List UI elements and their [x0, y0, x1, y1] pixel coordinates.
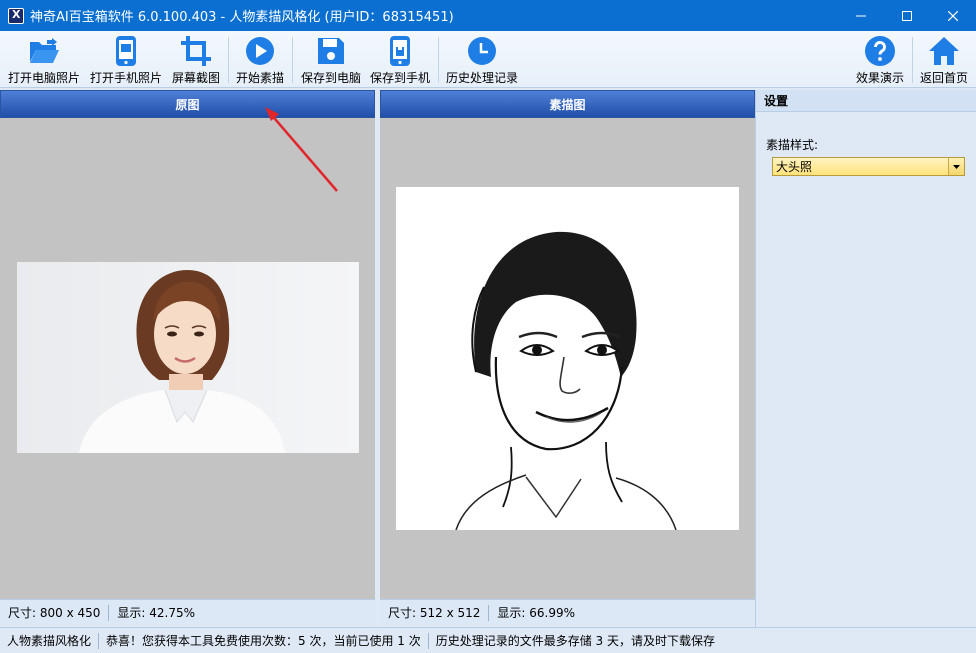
minimize-icon	[856, 15, 866, 16]
home-label: 返回首页	[919, 71, 968, 85]
original-size: 尺寸: 800 x 450	[8, 606, 101, 620]
sketch-panel-header: 素描图	[380, 90, 755, 118]
settings-title: 设置	[756, 90, 976, 112]
help-icon	[863, 34, 897, 68]
open-phone-photo-label: 打开手机照片	[89, 71, 162, 85]
minimize-button[interactable]	[838, 0, 884, 31]
phone-icon	[109, 34, 143, 68]
title-bar: 神奇AI百宝箱软件 6.0.100.403 - 人物素描风格化 (用户ID：68…	[0, 0, 976, 31]
sketch-style-value: 大头照	[776, 160, 813, 174]
sketch-status-bar: 尺寸: 512 x 512 显示: 66.99%	[380, 599, 755, 625]
red-arrow-annotation	[265, 107, 338, 192]
toolbar: 打开电脑照片 打开手机照片 屏幕截图 开始素描 保存到电脑 保存到手机 历史处理…	[0, 31, 976, 88]
save-to-phone-label: 保存到手机	[369, 71, 430, 85]
demo-button[interactable]: 效果演示	[853, 31, 907, 88]
window-title: 神奇AI百宝箱软件 6.0.100.403 - 人物素描风格化 (用户ID：68…	[30, 10, 454, 25]
home-icon	[927, 34, 961, 68]
sketch-photo	[396, 187, 739, 530]
play-icon	[243, 34, 277, 68]
status-bar: 人物素描风格化 恭喜！您获得本工具免费使用次数：5 次，当前已使用 1 次 历史…	[0, 627, 976, 653]
original-status-bar: 尺寸: 800 x 450 显示: 42.75%	[0, 599, 375, 625]
status-module: 人物素描风格化	[7, 634, 92, 648]
close-button[interactable]	[930, 0, 976, 31]
original-photo	[17, 262, 359, 453]
toolbar-divider	[292, 37, 293, 83]
history-button[interactable]: 历史处理记录	[443, 31, 521, 88]
history-label: 历史处理记录	[445, 71, 518, 85]
screenshot-label: 屏幕截图	[171, 71, 220, 85]
sketch-zoom: 显示: 66.99%	[497, 606, 576, 620]
sketch-style-label: 素描样式:	[766, 138, 819, 152]
original-image-canvas[interactable]	[0, 107, 375, 599]
crop-icon	[179, 34, 213, 68]
demo-label: 效果演示	[855, 71, 904, 85]
clock-icon	[465, 34, 499, 68]
folder-open-icon	[27, 34, 61, 68]
save-to-phone-button[interactable]: 保存到手机	[368, 31, 432, 88]
sketch-size: 尺寸: 512 x 512	[388, 606, 481, 620]
maximize-button[interactable]	[884, 0, 930, 31]
toolbar-divider	[228, 37, 229, 83]
save-to-pc-button[interactable]: 保存到电脑	[298, 31, 364, 88]
toolbar-divider	[912, 37, 913, 83]
home-button[interactable]: 返回首页	[917, 31, 971, 88]
settings-panel: 设置 素描样式: 大头照	[755, 90, 976, 627]
status-notice: 历史处理记录的文件最多存储 3 天，请及时下载保存	[435, 634, 716, 648]
open-phone-photo-button[interactable]: 打开手机照片	[88, 31, 164, 88]
save-to-pc-label: 保存到电脑	[300, 71, 361, 85]
dropdown-arrow-icon[interactable]	[948, 158, 964, 175]
open-pc-photo-label: 打开电脑照片	[7, 71, 80, 85]
open-pc-photo-button[interactable]: 打开电脑照片	[6, 31, 82, 88]
sketch-image-canvas[interactable]	[380, 118, 755, 599]
toolbar-divider	[438, 37, 439, 83]
sketch-style-select[interactable]: 大头照	[772, 157, 965, 176]
status-usage: 恭喜！您获得本工具免费使用次数：5 次，当前已使用 1 次	[106, 634, 421, 648]
screenshot-button[interactable]: 屏幕截图	[169, 31, 223, 88]
start-sketch-label: 开始素描	[235, 71, 284, 85]
close-icon	[948, 10, 958, 21]
maximize-icon	[902, 10, 912, 21]
app-logo-icon	[8, 7, 24, 24]
save-disk-icon	[314, 34, 348, 68]
start-sketch-button[interactable]: 开始素描	[233, 31, 287, 88]
original-zoom: 显示: 42.75%	[117, 606, 196, 620]
phone-save-icon	[383, 34, 417, 68]
